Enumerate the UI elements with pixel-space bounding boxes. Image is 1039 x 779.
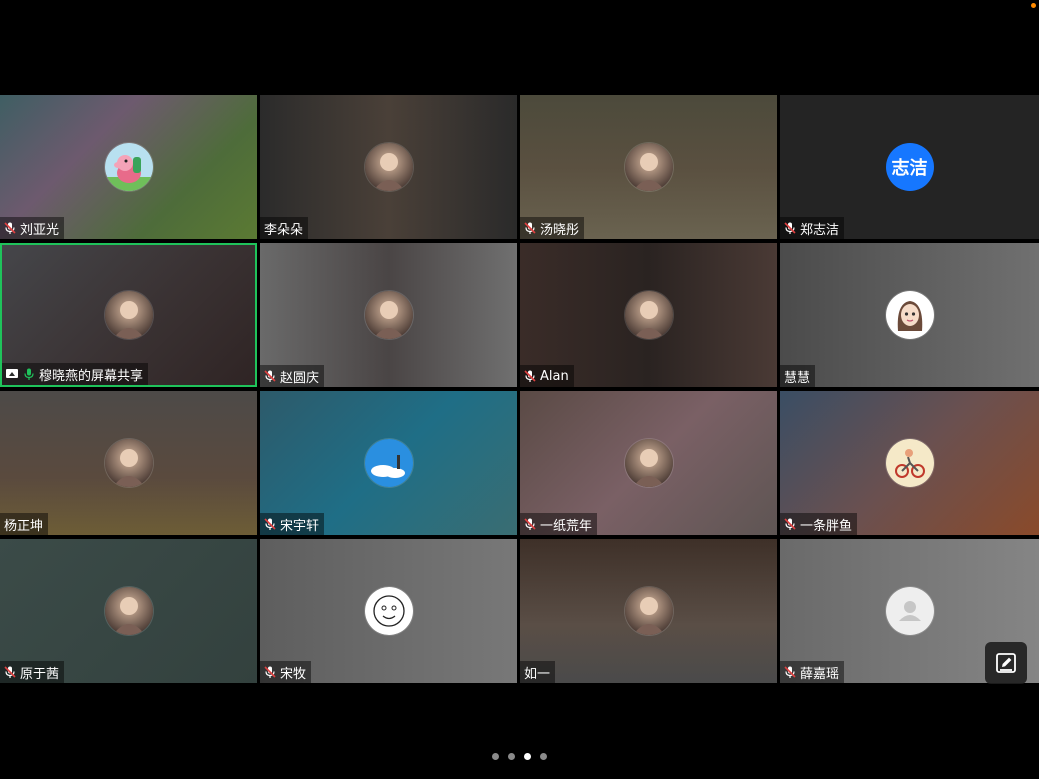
photo-avatar bbox=[104, 587, 153, 635]
participant-tile[interactable]: 李朵朵 bbox=[260, 95, 517, 239]
participant-video-grid: 刘亚光 李朵朵 汤晓彤 志洁郑志洁穆晓燕的屏幕共享 赵圆庆 Alan 慧慧杨正坤 宋宇轩 一纸荒… bbox=[0, 95, 1039, 685]
participant-name-tag: 穆晓燕的屏幕共享 bbox=[2, 363, 149, 385]
participant-name-tag: Alan bbox=[520, 365, 574, 387]
participant-name: 赵圆庆 bbox=[280, 370, 320, 386]
participant-name-tag: 汤晓彤 bbox=[520, 217, 585, 239]
photo-avatar bbox=[624, 587, 673, 635]
participant-name-tag: 杨正坤 bbox=[0, 513, 49, 535]
participant-name: 一纸荒年 bbox=[540, 518, 593, 534]
participant-name-tag: 刘亚光 bbox=[0, 217, 65, 239]
participant-name-tag: 李朵朵 bbox=[260, 217, 309, 239]
participant-tile[interactable]: 汤晓彤 bbox=[520, 95, 777, 239]
participant-tile[interactable]: Alan bbox=[520, 243, 777, 387]
avatar-initials: 志洁 bbox=[891, 158, 928, 179]
participant-name-tag: 赵圆庆 bbox=[260, 365, 325, 387]
participant-name: 原于茜 bbox=[20, 666, 60, 682]
annotate-pencil-icon bbox=[996, 653, 1016, 673]
mic-on-icon bbox=[22, 367, 36, 381]
mic-muted-icon bbox=[3, 221, 17, 235]
participant-name-tag: 一条胖鱼 bbox=[780, 513, 858, 535]
participant-tile[interactable]: 原于茜 bbox=[0, 539, 257, 683]
mic-muted-icon bbox=[523, 221, 537, 235]
participant-tile[interactable]: 穆晓燕的屏幕共享 bbox=[0, 243, 257, 387]
participant-name: 如一 bbox=[524, 666, 551, 682]
participant-name: 郑志洁 bbox=[800, 222, 840, 238]
participant-name-tag: 宋牧 bbox=[260, 661, 312, 683]
photo-avatar bbox=[624, 143, 673, 191]
mic-muted-icon bbox=[263, 369, 277, 383]
recording-status-dot bbox=[1031, 3, 1036, 8]
photo-avatar bbox=[104, 291, 153, 339]
participant-name: 穆晓燕的屏幕共享 bbox=[39, 368, 144, 384]
photo-avatar bbox=[624, 439, 673, 487]
peppa-pig-avatar bbox=[104, 143, 153, 191]
mic-muted-icon bbox=[783, 221, 797, 235]
participant-name-tag: 一纸荒年 bbox=[520, 513, 598, 535]
screen-share-icon bbox=[5, 367, 19, 381]
participant-name: 慧慧 bbox=[784, 370, 811, 386]
participant-name-tag: 薛嘉瑶 bbox=[780, 661, 845, 683]
bicycle-avatar bbox=[885, 439, 934, 487]
page-dot[interactable] bbox=[508, 753, 515, 760]
page-dot[interactable] bbox=[524, 753, 531, 760]
participant-tile[interactable]: 赵圆庆 bbox=[260, 243, 517, 387]
annotate-button[interactable] bbox=[985, 642, 1027, 684]
participant-name: 刘亚光 bbox=[20, 222, 60, 238]
participant-name: 李朵朵 bbox=[264, 222, 304, 238]
text-avatar: 志洁 bbox=[885, 143, 934, 191]
participant-tile[interactable]: 慧慧 bbox=[780, 243, 1039, 387]
participant-tile[interactable]: 志洁郑志洁 bbox=[780, 95, 1039, 239]
participant-name: 杨正坤 bbox=[4, 518, 44, 534]
mic-muted-icon bbox=[523, 517, 537, 531]
participant-tile[interactable]: 刘亚光 bbox=[0, 95, 257, 239]
page-dot[interactable] bbox=[540, 753, 547, 760]
mic-muted-icon bbox=[523, 369, 537, 383]
participant-name-tag: 如一 bbox=[520, 661, 556, 683]
participant-name-tag: 宋宇轩 bbox=[260, 513, 325, 535]
mic-muted-icon bbox=[263, 665, 277, 679]
page-indicator bbox=[0, 753, 1039, 760]
sky-avatar bbox=[364, 439, 413, 487]
participant-name: 宋宇轩 bbox=[280, 518, 320, 534]
participant-tile[interactable]: 一条胖鱼 bbox=[780, 391, 1039, 535]
photo-avatar bbox=[364, 143, 413, 191]
page-dot[interactable] bbox=[492, 753, 499, 760]
participant-name-tag: 郑志洁 bbox=[780, 217, 845, 239]
mic-muted-icon bbox=[783, 665, 797, 679]
participant-name: 宋牧 bbox=[280, 666, 307, 682]
photo-avatar bbox=[104, 439, 153, 487]
participant-tile[interactable]: 宋牧 bbox=[260, 539, 517, 683]
photo-avatar bbox=[624, 291, 673, 339]
mic-muted-icon bbox=[783, 517, 797, 531]
participant-name: 一条胖鱼 bbox=[800, 518, 853, 534]
participant-tile[interactable]: 杨正坤 bbox=[0, 391, 257, 535]
participant-name: Alan bbox=[540, 368, 569, 384]
photo-avatar bbox=[364, 291, 413, 339]
participant-tile[interactable]: 宋宇轩 bbox=[260, 391, 517, 535]
participant-name-tag: 慧慧 bbox=[780, 365, 816, 387]
mic-muted-icon bbox=[263, 517, 277, 531]
participant-name: 汤晓彤 bbox=[540, 222, 580, 238]
participant-name-tag: 原于茜 bbox=[0, 661, 65, 683]
participant-name: 薛嘉瑶 bbox=[800, 666, 840, 682]
smiley-sketch-avatar bbox=[364, 587, 413, 635]
participant-tile[interactable]: 如一 bbox=[520, 539, 777, 683]
participant-tile[interactable]: 一纸荒年 bbox=[520, 391, 777, 535]
mic-muted-icon bbox=[3, 665, 17, 679]
default-user-avatar bbox=[885, 587, 934, 635]
cartoon-girl-avatar bbox=[885, 291, 934, 339]
